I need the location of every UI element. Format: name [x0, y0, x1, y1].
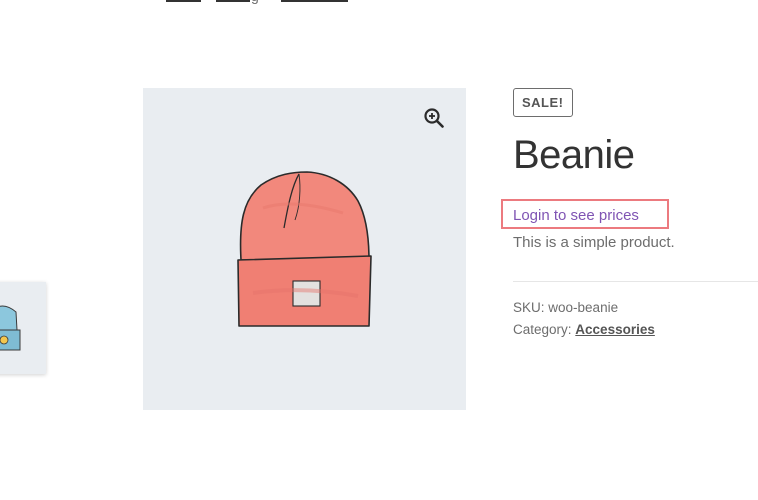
related-product-thumbnail[interactable] [0, 282, 46, 374]
sku-value: woo-beanie [548, 300, 619, 315]
breadcrumb-accessories-link[interactable] [281, 0, 348, 2]
breadcrumb-clothing-link[interactable] [216, 0, 250, 2]
beanie-image [237, 171, 372, 327]
category-label: Category: [513, 322, 572, 337]
sale-badge: SALE! [513, 88, 573, 117]
sku-row: SKU: woo-beanie [513, 297, 655, 319]
product-summary: SALE! Beanie Login to see prices This is… [501, 88, 758, 337]
sku-label: SKU: [513, 300, 545, 315]
product-title: Beanie [513, 133, 635, 177]
product-meta: SKU: woo-beanie Category: Accessories [513, 297, 655, 341]
product-short-description: This is a simple product. [513, 234, 675, 251]
breadcrumb-home-link[interactable] [166, 0, 201, 2]
login-to-see-prices-link[interactable]: Login to see prices [513, 207, 639, 224]
category-row: Category: Accessories [513, 319, 655, 341]
product-page: g [0, 0, 758, 500]
product-gallery-image[interactable] [143, 88, 466, 410]
breadcrumb-fragment: g [251, 0, 259, 4]
blue-beanie-image [0, 305, 21, 351]
category-link-accessories[interactable]: Accessories [575, 322, 655, 337]
divider [513, 281, 758, 282]
zoom-in-icon[interactable] [422, 106, 446, 130]
